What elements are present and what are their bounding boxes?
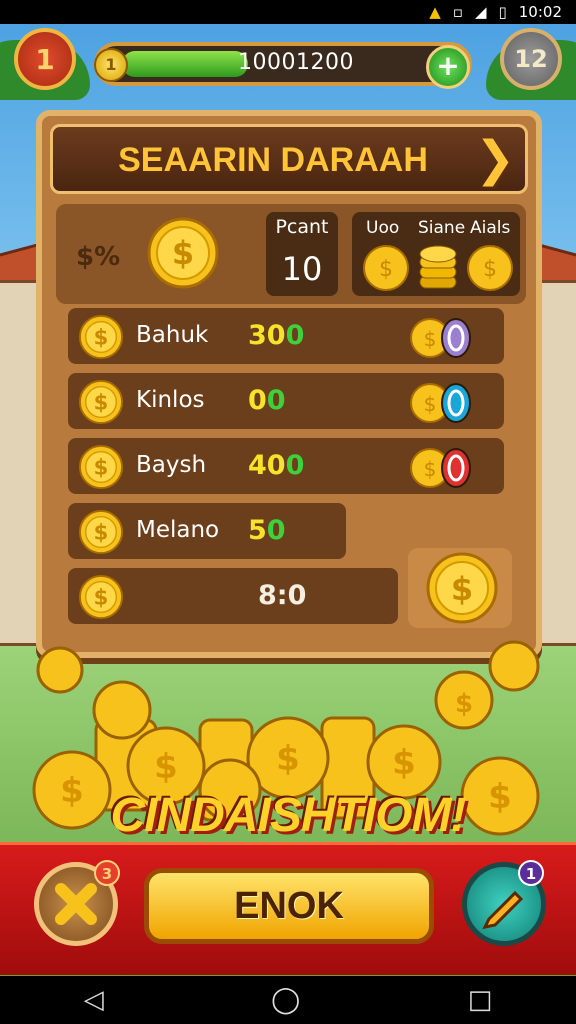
home-icon[interactable]: ◯ [271,985,300,1015]
svg-text:$: $ [154,747,178,787]
row-value-green: 0 [266,515,286,546]
ok-button[interactable]: ENOK [144,868,434,944]
svg-text:$: $ [451,570,473,608]
row-value-green: 0 [266,385,286,416]
status-time: 10:02 [518,3,562,21]
collect-coin-button[interactable]: $ [408,548,512,628]
svg-text:$: $ [94,455,109,480]
row-value: 8:0 [258,580,307,611]
row-coin-pair[interactable]: $ [408,381,478,425]
svg-text:$: $ [276,739,300,779]
row-coin-pair[interactable]: $ [408,446,478,490]
row-label: Melano [136,517,220,543]
row-value-green: 0 [285,450,305,481]
close-badge: 3 [94,860,120,886]
coin-icon: $ [78,509,124,555]
level-badge[interactable]: 1 [14,28,76,90]
panel-title: SEAARIN DARAAH [118,141,428,179]
svg-text:$: $ [94,390,109,415]
summary-section: $% $ Pcant 10 Uoo Siane Aials $ $ [56,204,526,304]
summary-count-label: Pcant [275,216,329,238]
svg-text:$: $ [94,520,109,545]
coin-icon: 1 [94,48,128,82]
row-value-yellow: 40 [248,450,286,481]
row-label: Baysh [136,452,207,478]
edit-badge: 1 [518,860,544,886]
svg-text:$: $ [94,585,109,610]
coin-icon: $ [467,245,513,291]
reward-row: $ Melano 50 [68,503,346,559]
row-value-green: 0 [285,320,305,351]
svg-text:$: $ [455,689,473,719]
vibrate-icon: ▫ [452,3,463,21]
coin-balance-bar: 1 10001200 + [94,42,472,89]
coin-type-label: Siane [418,218,466,238]
coin-icon: $ [78,314,124,360]
signal-icon: ◢ [474,3,487,21]
reward-row: $ Kinlos 00 $ [68,373,504,429]
coin-bar-fill [122,51,248,77]
coin-type-label: Uoo [366,218,400,238]
row-label: Bahuk [136,322,209,348]
recents-icon[interactable]: □ [468,985,493,1015]
svg-text:$: $ [483,257,497,282]
plus-icon[interactable]: + [426,45,470,89]
svg-text:$: $ [172,234,194,272]
row-value-yellow: 5 [248,515,267,546]
back-icon[interactable]: ◁ [84,985,104,1015]
coin-icon: $ [78,379,124,425]
coin-icon: $ [363,245,409,291]
coin-stack-icon [419,245,457,289]
navigation-bar: ◁ ◯ □ [0,976,576,1024]
coin-type-label: Aials [470,218,511,238]
row-label: Kinlos [136,387,205,413]
reward-row: $ Baysh 400 $ [68,438,504,494]
summary-coin-types: Uoo Siane Aials $ $ [352,212,520,296]
svg-text:$: $ [94,325,109,350]
summary-count-box: Pcant 10 [266,212,338,296]
panel-header: SEAARIN DARAAH ❯ [50,124,528,194]
row-value: 300 [248,320,304,351]
svg-text:$: $ [379,257,393,282]
summary-count-value: 10 [281,250,323,288]
row-value-yellow: 0 [248,385,267,416]
row-value-yellow: 30 [248,320,286,351]
count-badge[interactable]: 12 [500,28,562,90]
battery-icon: ▯ [498,3,507,21]
coin-icon: $ [78,574,124,620]
status-bar: ▲ ▫ ◢ ▯ 10:02 [0,0,576,24]
row-coin-pair[interactable]: $ [408,316,478,360]
coin-balance-value: 10001200 [238,50,354,75]
svg-text:$: $ [424,327,437,351]
coin-icon: $ [78,444,124,490]
row-value: 50 [248,515,286,546]
coin-icon: $ [147,217,219,289]
wifi-icon: ▲ [429,3,441,21]
arrow-right-icon[interactable]: ❯ [475,133,515,185]
reward-row: $8:0 [68,568,398,624]
coin-icon: $ [426,552,498,624]
row-value: 00 [248,385,286,416]
summary-symbol: $% [76,242,121,272]
svg-text:$: $ [392,743,416,783]
reward-row: $ Bahuk 300 $ [68,308,504,364]
svg-text:$: $ [424,392,437,416]
svg-text:$: $ [424,457,437,481]
row-value: 400 [248,450,304,481]
